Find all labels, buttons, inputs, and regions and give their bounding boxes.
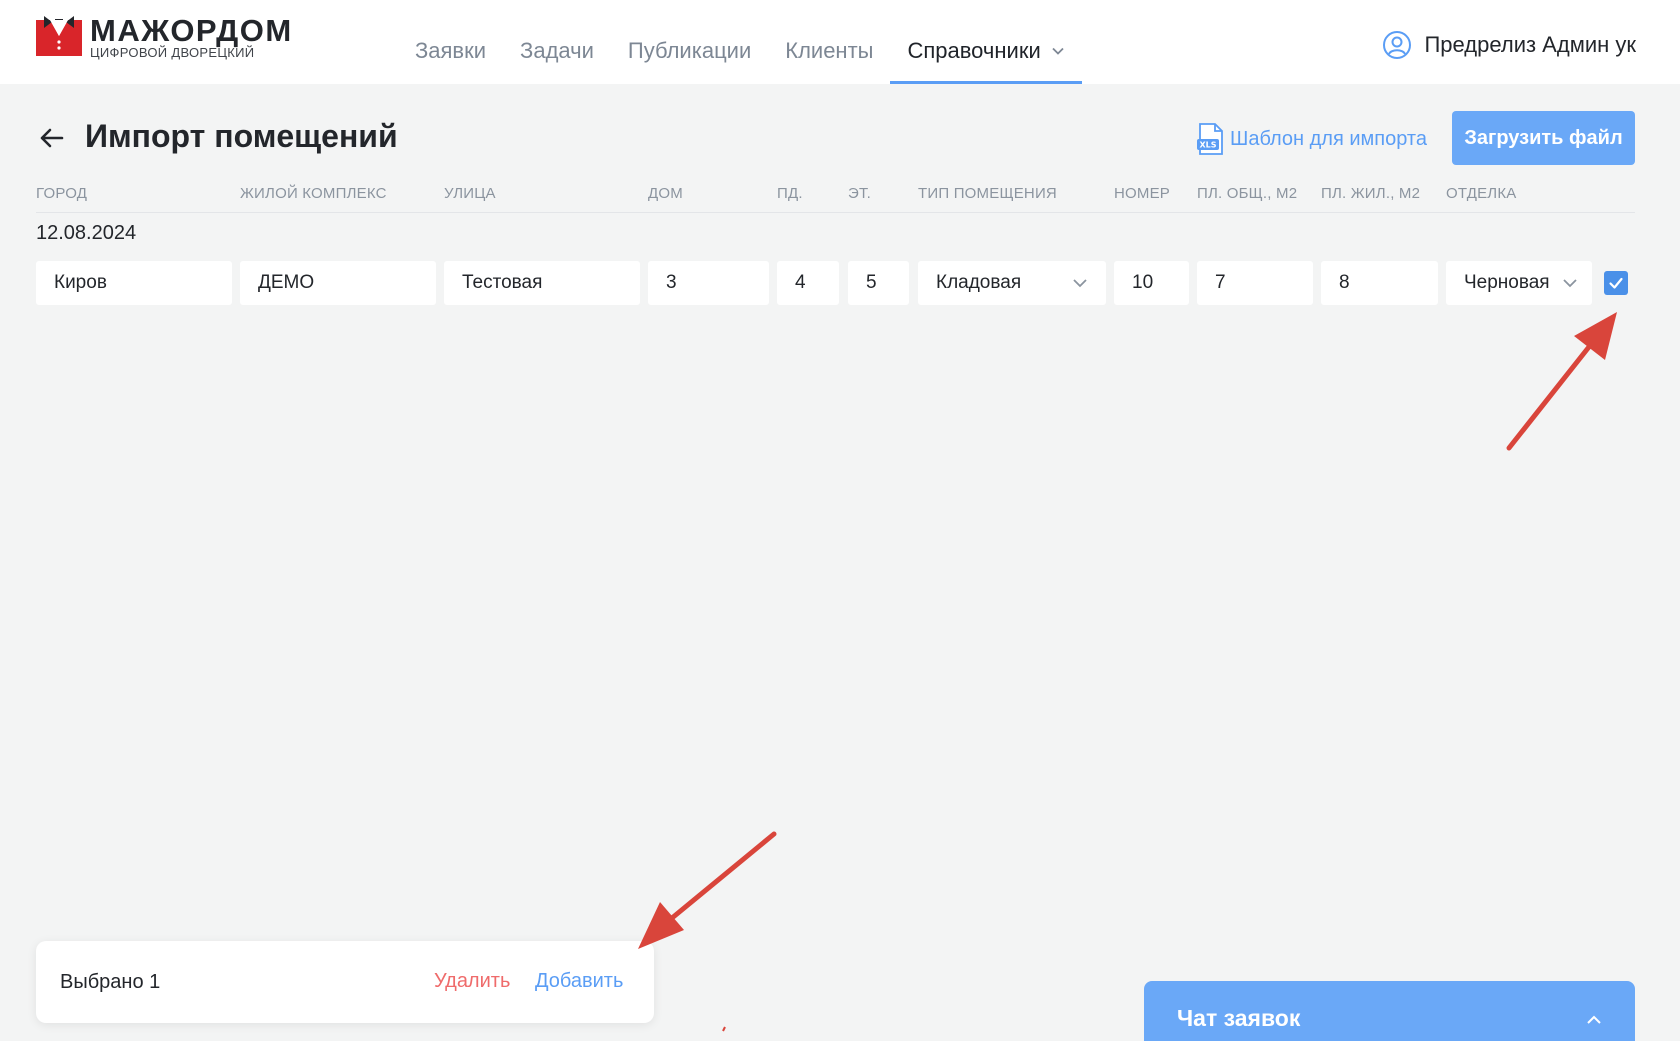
area-living-field[interactable]: 8: [1321, 261, 1438, 305]
column-header-area-total: Пл. общ., м2: [1197, 185, 1298, 202]
page-title: Импорт помещений: [85, 118, 398, 154]
house-field[interactable]: 3: [648, 261, 769, 305]
brand-subtitle: ЦИФРОВОЙ ДВОРЕЦКИЙ: [90, 45, 255, 60]
xls-file-icon: XLS: [1197, 123, 1223, 155]
chat-title: Чат заявок: [1177, 1005, 1301, 1031]
xls-badge-label: XLS: [1199, 141, 1216, 150]
floor-field[interactable]: 5: [848, 261, 909, 305]
number-field[interactable]: 10: [1114, 261, 1189, 305]
requests-chat-panel[interactable]: Чат заявок: [1144, 981, 1635, 1041]
add-button[interactable]: Добавить: [535, 970, 623, 993]
nav-item-directories-label: Справочники: [907, 38, 1041, 63]
chevron-up-icon[interactable]: [1585, 1011, 1603, 1029]
chevron-down-icon: [1073, 279, 1087, 288]
finish-value: Черновая: [1464, 272, 1550, 293]
column-header-entrance: Пд.: [777, 185, 803, 202]
user-menu[interactable]: Предрелиз Админ ук: [1382, 30, 1636, 60]
column-header-city: Город: [36, 185, 88, 202]
import-template-link[interactable]: XLS Шаблон для импорта: [1196, 122, 1427, 156]
user-avatar-icon: [1383, 31, 1412, 59]
nav-item-requests[interactable]: Заявки: [398, 0, 503, 84]
area-total-field[interactable]: 7: [1197, 261, 1313, 305]
column-header-room-type: Тип помещения: [918, 185, 1057, 202]
annotation-arrow-checkbox: [1506, 312, 1617, 451]
checkmark-icon: [1609, 277, 1623, 289]
main-nav: Заявки Задачи Публикации Клиенты Справоч…: [398, 0, 1083, 84]
butler-logo-icon: [36, 16, 82, 56]
column-header-street: Улица: [444, 185, 496, 202]
top-header: МАЖОРДОМ ЦИФРОВОЙ ДВОРЕЦКИЙ Заявки Задач…: [0, 0, 1680, 84]
import-template-label: Шаблон для импорта: [1230, 127, 1427, 150]
brand-logo[interactable]: МАЖОРДОМ ЦИФРОВОЙ ДВОРЕЦКИЙ: [36, 13, 293, 60]
column-header-finish: Отделка: [1446, 185, 1517, 202]
nav-item-publications[interactable]: Публикации: [611, 0, 768, 84]
column-header-house: Дом: [648, 185, 683, 202]
nav-item-directories[interactable]: Справочники: [890, 0, 1083, 84]
chevron-down-icon: [1052, 47, 1064, 55]
nav-item-clients[interactable]: Клиенты: [768, 0, 890, 84]
chevron-down-icon: [1563, 279, 1577, 288]
nav-item-tasks[interactable]: Задачи: [503, 0, 611, 84]
delete-button[interactable]: Удалить: [434, 970, 510, 993]
entrance-field[interactable]: 4: [777, 261, 839, 305]
selected-count: Выбрано 1: [60, 971, 161, 993]
room-type-value: Кладовая: [936, 272, 1022, 293]
annotation-arrows: [638, 312, 1617, 1032]
row-select-checkbox[interactable]: [1604, 271, 1628, 295]
column-header-area-living: Пл. жил., м2: [1321, 185, 1421, 202]
header-divider: [36, 212, 1635, 213]
city-field[interactable]: Киров: [36, 261, 232, 305]
column-header-floor: Эт.: [848, 185, 872, 202]
column-header-number: Номер: [1114, 185, 1171, 202]
finish-select[interactable]: Черновая: [1446, 261, 1592, 305]
complex-field[interactable]: ДЕМО: [240, 261, 436, 305]
room-type-select[interactable]: Кладовая: [918, 261, 1106, 305]
brand-title: МАЖОРДОМ: [90, 13, 293, 48]
column-header-complex: Жилой комплекс: [240, 185, 387, 202]
back-arrow-icon[interactable]: [36, 122, 68, 154]
street-field[interactable]: Тестовая: [444, 261, 640, 305]
annotation-arrow-add-button: [638, 831, 777, 949]
selection-bar: Выбрано 1 Удалить Добавить: [36, 941, 654, 1023]
upload-file-button[interactable]: Загрузить файл: [1452, 111, 1635, 165]
user-name: Предрелиз Админ ук: [1424, 32, 1636, 57]
group-date: 12.08.2024: [36, 222, 137, 244]
